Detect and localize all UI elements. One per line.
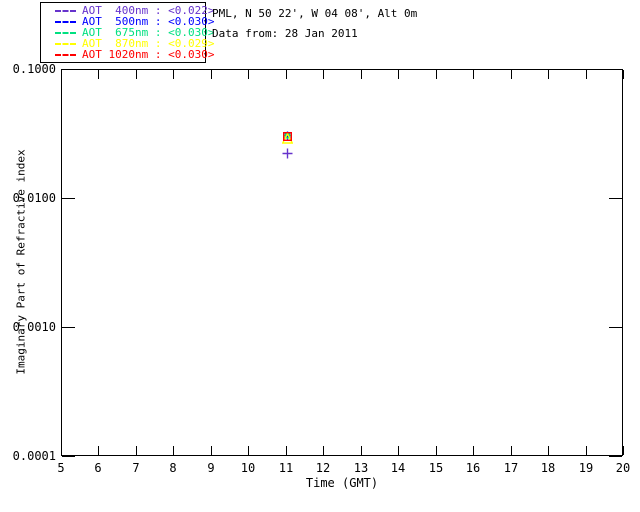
- x-tick: [436, 446, 437, 455]
- x-tick-label: 6: [94, 461, 102, 475]
- plot-canvas: AOT 400nm : <0.022> AOT 500nm : <0.030> AO…: [0, 0, 640, 512]
- x-tick-top: [398, 70, 399, 79]
- x-tick-label: 11: [278, 461, 294, 475]
- x-tick: [623, 446, 624, 455]
- x-tick-label: 18: [540, 461, 556, 475]
- x-tick-top: [248, 70, 249, 79]
- x-tick-label: 9: [207, 461, 215, 475]
- x-tick-top: [361, 70, 362, 79]
- data-point-aot-400nm: [282, 148, 293, 159]
- x-tick-label: 19: [578, 461, 594, 475]
- plot-area: [61, 69, 623, 456]
- x-tick-label: 5: [57, 461, 65, 475]
- y-tick-label: 0.0100: [12, 191, 56, 205]
- x-tick-top: [436, 70, 437, 79]
- legend-item-1020nm: AOT 1020nm : <0.030>: [55, 49, 214, 60]
- station-header: PML, N 50 22', W 04 08', Alt 0m Data fro…: [212, 4, 417, 44]
- station-location: PML, N 50 22', W 04 08', Alt 0m: [212, 7, 418, 20]
- x-tick: [473, 446, 474, 455]
- legend-dash-line: [55, 20, 76, 23]
- x-tick-label: 10: [240, 461, 256, 475]
- y-tick-right: [609, 198, 622, 199]
- x-tick: [548, 446, 549, 455]
- x-tick-label: 7: [132, 461, 140, 475]
- x-tick: [173, 446, 174, 455]
- y-tick-label: 0.0010: [12, 320, 56, 334]
- y-tick-right: [609, 327, 622, 328]
- x-tick: [511, 446, 512, 455]
- legend-box: AOT 400nm : <0.022> AOT 500nm : <0.030> AO…: [40, 2, 214, 63]
- data-date: Data from: 28 Jan 2011: [212, 27, 358, 40]
- x-tick-top: [323, 70, 324, 79]
- x-tick-top: [61, 70, 62, 79]
- x-tick-top: [136, 70, 137, 79]
- y-tick-label: 0.1000: [12, 62, 56, 76]
- legend-dash-line: [55, 42, 76, 45]
- x-tick-top: [511, 70, 512, 79]
- x-tick: [61, 446, 62, 455]
- x-tick-label: 17: [503, 461, 519, 475]
- x-tick: [211, 446, 212, 455]
- x-tick-label: 20: [615, 461, 631, 475]
- x-tick-label: 16: [465, 461, 481, 475]
- x-tick: [136, 446, 137, 455]
- x-tick-top: [211, 70, 212, 79]
- y-tick: [62, 198, 75, 199]
- y-axis-title: Imaginary Part of Refractive index: [14, 149, 28, 375]
- x-tick: [361, 446, 362, 455]
- x-axis-title: Time (GMT): [305, 476, 379, 490]
- x-tick: [286, 446, 287, 455]
- y-tick: [62, 69, 75, 70]
- x-tick-label: 12: [315, 461, 331, 475]
- legend-label: AOT 1020nm : <0.030>: [82, 48, 215, 61]
- x-tick-label: 15: [428, 461, 444, 475]
- x-tick: [323, 446, 324, 455]
- x-tick: [586, 446, 587, 455]
- x-tick: [98, 446, 99, 455]
- x-tick-label: 13: [353, 461, 369, 475]
- legend-dash-line: [55, 9, 76, 12]
- x-tick-label: 14: [390, 461, 406, 475]
- y-tick-label: 0.0001: [12, 449, 56, 463]
- x-tick-top: [623, 70, 624, 79]
- x-tick-top: [473, 70, 474, 79]
- x-tick: [398, 446, 399, 455]
- x-tick-label: 8: [169, 461, 177, 475]
- x-tick-top: [173, 70, 174, 79]
- legend-dash-line: [55, 31, 76, 34]
- x-tick-top: [548, 70, 549, 79]
- x-tick-top: [286, 70, 287, 79]
- x-tick-top: [98, 70, 99, 79]
- x-tick: [248, 446, 249, 455]
- data-point-aot-1020nm: [283, 131, 293, 141]
- y-tick-right: [609, 69, 622, 70]
- legend-dash-line: [55, 53, 76, 56]
- y-tick: [62, 456, 75, 457]
- y-tick-right: [609, 456, 622, 457]
- x-tick-top: [586, 70, 587, 79]
- y-tick: [62, 327, 75, 328]
